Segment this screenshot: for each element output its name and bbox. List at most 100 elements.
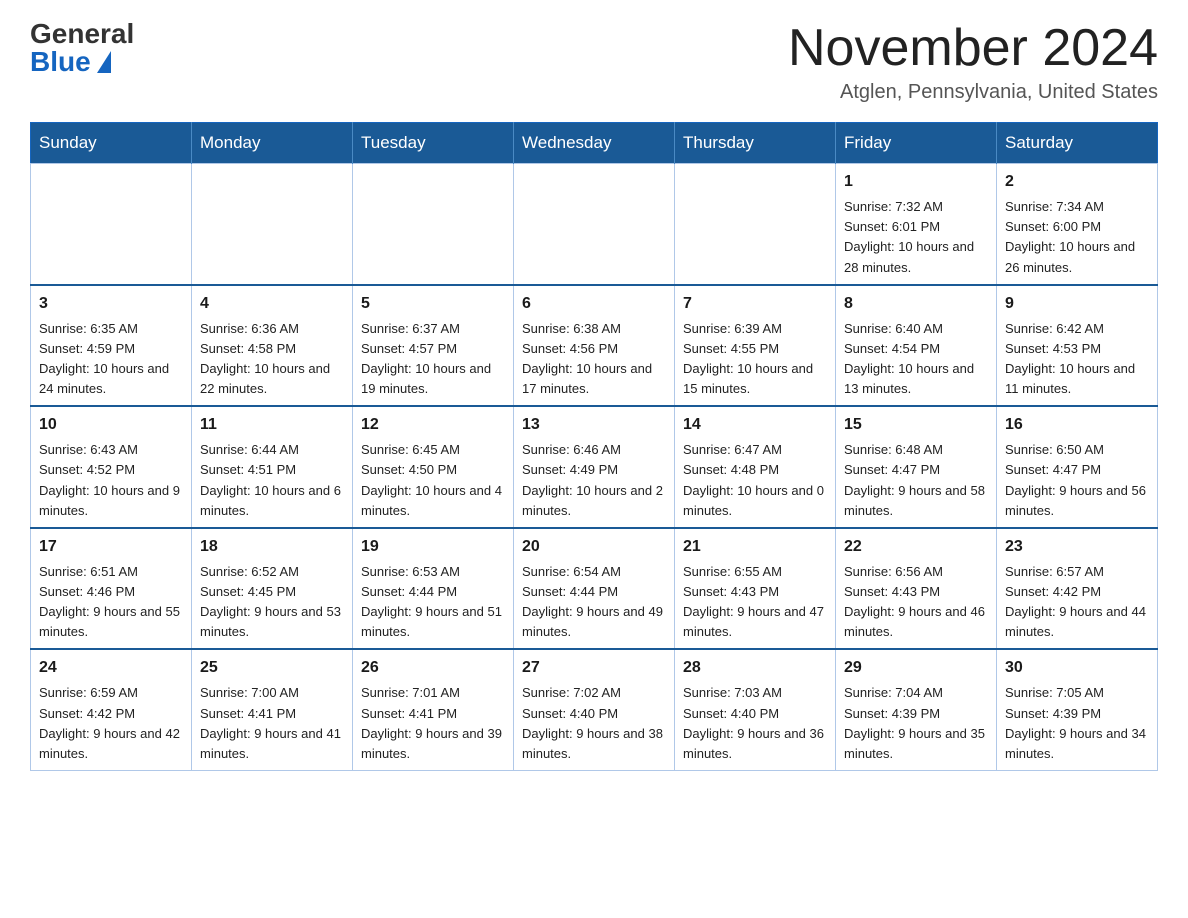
calendar-cell: 10 Sunrise: 6:43 AM Sunset: 4:52 PM Dayli…: [31, 406, 192, 528]
day-number: 11: [200, 413, 344, 437]
day-info: Sunrise: 6:48 AM Sunset: 4:47 PM Dayligh…: [844, 440, 988, 521]
calendar-cell: 14 Sunrise: 6:47 AM Sunset: 4:48 PM Dayli…: [675, 406, 836, 528]
calendar-cell: 4 Sunrise: 6:36 AM Sunset: 4:58 PM Daylig…: [192, 285, 353, 407]
day-number: 1: [844, 170, 988, 194]
day-info: Sunrise: 7:04 AM Sunset: 4:39 PM Dayligh…: [844, 683, 988, 764]
calendar-cell: 29 Sunrise: 7:04 AM Sunset: 4:39 PM Dayli…: [836, 649, 997, 770]
calendar-cell: 13 Sunrise: 6:46 AM Sunset: 4:49 PM Dayli…: [514, 406, 675, 528]
day-info: Sunrise: 6:38 AM Sunset: 4:56 PM Dayligh…: [522, 319, 666, 400]
calendar-cell: 18 Sunrise: 6:52 AM Sunset: 4:45 PM Dayli…: [192, 528, 353, 650]
calendar-cell: [353, 164, 514, 285]
calendar-week-row: 24 Sunrise: 6:59 AM Sunset: 4:42 PM Dayli…: [31, 649, 1158, 770]
logo-general-text: General: [30, 20, 134, 48]
calendar-cell: [675, 164, 836, 285]
page-header: General Blue November 2024 Atglen, Penns…: [30, 20, 1158, 104]
day-number: 7: [683, 292, 827, 316]
day-info: Sunrise: 6:39 AM Sunset: 4:55 PM Dayligh…: [683, 319, 827, 400]
day-number: 10: [39, 413, 183, 437]
day-number: 22: [844, 535, 988, 559]
day-number: 26: [361, 656, 505, 680]
day-info: Sunrise: 7:34 AM Sunset: 6:00 PM Dayligh…: [1005, 197, 1149, 278]
calendar-cell: [514, 164, 675, 285]
calendar-cell: 22 Sunrise: 6:56 AM Sunset: 4:43 PM Dayli…: [836, 528, 997, 650]
day-number: 2: [1005, 170, 1149, 194]
day-number: 23: [1005, 535, 1149, 559]
calendar-cell: 30 Sunrise: 7:05 AM Sunset: 4:39 PM Dayli…: [997, 649, 1158, 770]
calendar-week-row: 3 Sunrise: 6:35 AM Sunset: 4:59 PM Daylig…: [31, 285, 1158, 407]
day-info: Sunrise: 6:40 AM Sunset: 4:54 PM Dayligh…: [844, 319, 988, 400]
day-info: Sunrise: 7:01 AM Sunset: 4:41 PM Dayligh…: [361, 683, 505, 764]
day-number: 24: [39, 656, 183, 680]
day-info: Sunrise: 6:45 AM Sunset: 4:50 PM Dayligh…: [361, 440, 505, 521]
day-number: 19: [361, 535, 505, 559]
day-number: 13: [522, 413, 666, 437]
calendar-cell: 28 Sunrise: 7:03 AM Sunset: 4:40 PM Dayli…: [675, 649, 836, 770]
calendar-cell: 2 Sunrise: 7:34 AM Sunset: 6:00 PM Daylig…: [997, 164, 1158, 285]
calendar-cell: 1 Sunrise: 7:32 AM Sunset: 6:01 PM Daylig…: [836, 164, 997, 285]
calendar-cell: 11 Sunrise: 6:44 AM Sunset: 4:51 PM Dayli…: [192, 406, 353, 528]
day-info: Sunrise: 6:42 AM Sunset: 4:53 PM Dayligh…: [1005, 319, 1149, 400]
day-number: 30: [1005, 656, 1149, 680]
day-number: 25: [200, 656, 344, 680]
day-info: Sunrise: 6:51 AM Sunset: 4:46 PM Dayligh…: [39, 562, 183, 643]
calendar-cell: 19Sunrise: 6:53 AM Sunset: 4:44 PM Dayli…: [353, 528, 514, 650]
calendar-cell: 26 Sunrise: 7:01 AM Sunset: 4:41 PM Dayli…: [353, 649, 514, 770]
calendar-week-row: 17 Sunrise: 6:51 AM Sunset: 4:46 PM Dayli…: [31, 528, 1158, 650]
day-info: Sunrise: 6:36 AM Sunset: 4:58 PM Dayligh…: [200, 319, 344, 400]
day-of-week-header: Friday: [836, 123, 997, 164]
day-info: Sunrise: 6:59 AM Sunset: 4:42 PM Dayligh…: [39, 683, 183, 764]
day-number: 18: [200, 535, 344, 559]
day-info: Sunrise: 6:47 AM Sunset: 4:48 PM Dayligh…: [683, 440, 827, 521]
day-of-week-header: Monday: [192, 123, 353, 164]
calendar-cell: 3 Sunrise: 6:35 AM Sunset: 4:59 PM Daylig…: [31, 285, 192, 407]
day-number: 9: [1005, 292, 1149, 316]
month-title: November 2024: [788, 20, 1158, 77]
day-number: 20: [522, 535, 666, 559]
calendar-table: SundayMondayTuesdayWednesdayThursdayFrid…: [30, 122, 1158, 771]
calendar-cell: 15 Sunrise: 6:48 AM Sunset: 4:47 PM Dayli…: [836, 406, 997, 528]
calendar-header-row: SundayMondayTuesdayWednesdayThursdayFrid…: [31, 123, 1158, 164]
day-info: Sunrise: 7:32 AM Sunset: 6:01 PM Dayligh…: [844, 197, 988, 278]
title-section: November 2024 Atglen, Pennsylvania, Unit…: [788, 20, 1158, 104]
calendar-cell: [31, 164, 192, 285]
day-info: Sunrise: 6:52 AM Sunset: 4:45 PM Dayligh…: [200, 562, 344, 643]
logo-blue-text: Blue: [30, 48, 111, 76]
calendar-week-row: 1 Sunrise: 7:32 AM Sunset: 6:01 PM Daylig…: [31, 164, 1158, 285]
calendar-cell: 25Sunrise: 7:00 AM Sunset: 4:41 PM Dayli…: [192, 649, 353, 770]
calendar-cell: 7 Sunrise: 6:39 AM Sunset: 4:55 PM Daylig…: [675, 285, 836, 407]
day-info: Sunrise: 7:05 AM Sunset: 4:39 PM Dayligh…: [1005, 683, 1149, 764]
day-number: 28: [683, 656, 827, 680]
calendar-cell: 21Sunrise: 6:55 AM Sunset: 4:43 PM Dayli…: [675, 528, 836, 650]
day-number: 8: [844, 292, 988, 316]
day-of-week-header: Tuesday: [353, 123, 514, 164]
day-info: Sunrise: 6:50 AM Sunset: 4:47 PM Dayligh…: [1005, 440, 1149, 521]
day-info: Sunrise: 7:03 AM Sunset: 4:40 PM Dayligh…: [683, 683, 827, 764]
day-of-week-header: Sunday: [31, 123, 192, 164]
calendar-cell: 12Sunrise: 6:45 AM Sunset: 4:50 PM Dayli…: [353, 406, 514, 528]
day-number: 21: [683, 535, 827, 559]
day-info: Sunrise: 6:56 AM Sunset: 4:43 PM Dayligh…: [844, 562, 988, 643]
day-number: 16: [1005, 413, 1149, 437]
day-number: 14: [683, 413, 827, 437]
day-number: 17: [39, 535, 183, 559]
day-info: Sunrise: 6:57 AM Sunset: 4:42 PM Dayligh…: [1005, 562, 1149, 643]
day-info: Sunrise: 6:35 AM Sunset: 4:59 PM Dayligh…: [39, 319, 183, 400]
day-number: 4: [200, 292, 344, 316]
day-info: Sunrise: 7:02 AM Sunset: 4:40 PM Dayligh…: [522, 683, 666, 764]
day-number: 15: [844, 413, 988, 437]
day-info: Sunrise: 6:44 AM Sunset: 4:51 PM Dayligh…: [200, 440, 344, 521]
logo: General Blue: [30, 20, 134, 76]
calendar-cell: 17 Sunrise: 6:51 AM Sunset: 4:46 PM Dayli…: [31, 528, 192, 650]
calendar-cell: 9 Sunrise: 6:42 AM Sunset: 4:53 PM Daylig…: [997, 285, 1158, 407]
calendar-cell: 20Sunrise: 6:54 AM Sunset: 4:44 PM Dayli…: [514, 528, 675, 650]
day-info: Sunrise: 6:43 AM Sunset: 4:52 PM Dayligh…: [39, 440, 183, 521]
day-number: 3: [39, 292, 183, 316]
day-number: 29: [844, 656, 988, 680]
calendar-week-row: 10 Sunrise: 6:43 AM Sunset: 4:52 PM Dayli…: [31, 406, 1158, 528]
calendar-cell: 6Sunrise: 6:38 AM Sunset: 4:56 PM Daylig…: [514, 285, 675, 407]
day-of-week-header: Wednesday: [514, 123, 675, 164]
calendar-cell: 24 Sunrise: 6:59 AM Sunset: 4:42 PM Dayli…: [31, 649, 192, 770]
calendar-cell: 5Sunrise: 6:37 AM Sunset: 4:57 PM Daylig…: [353, 285, 514, 407]
day-info: Sunrise: 6:46 AM Sunset: 4:49 PM Dayligh…: [522, 440, 666, 521]
logo-triangle-icon: [97, 51, 111, 73]
